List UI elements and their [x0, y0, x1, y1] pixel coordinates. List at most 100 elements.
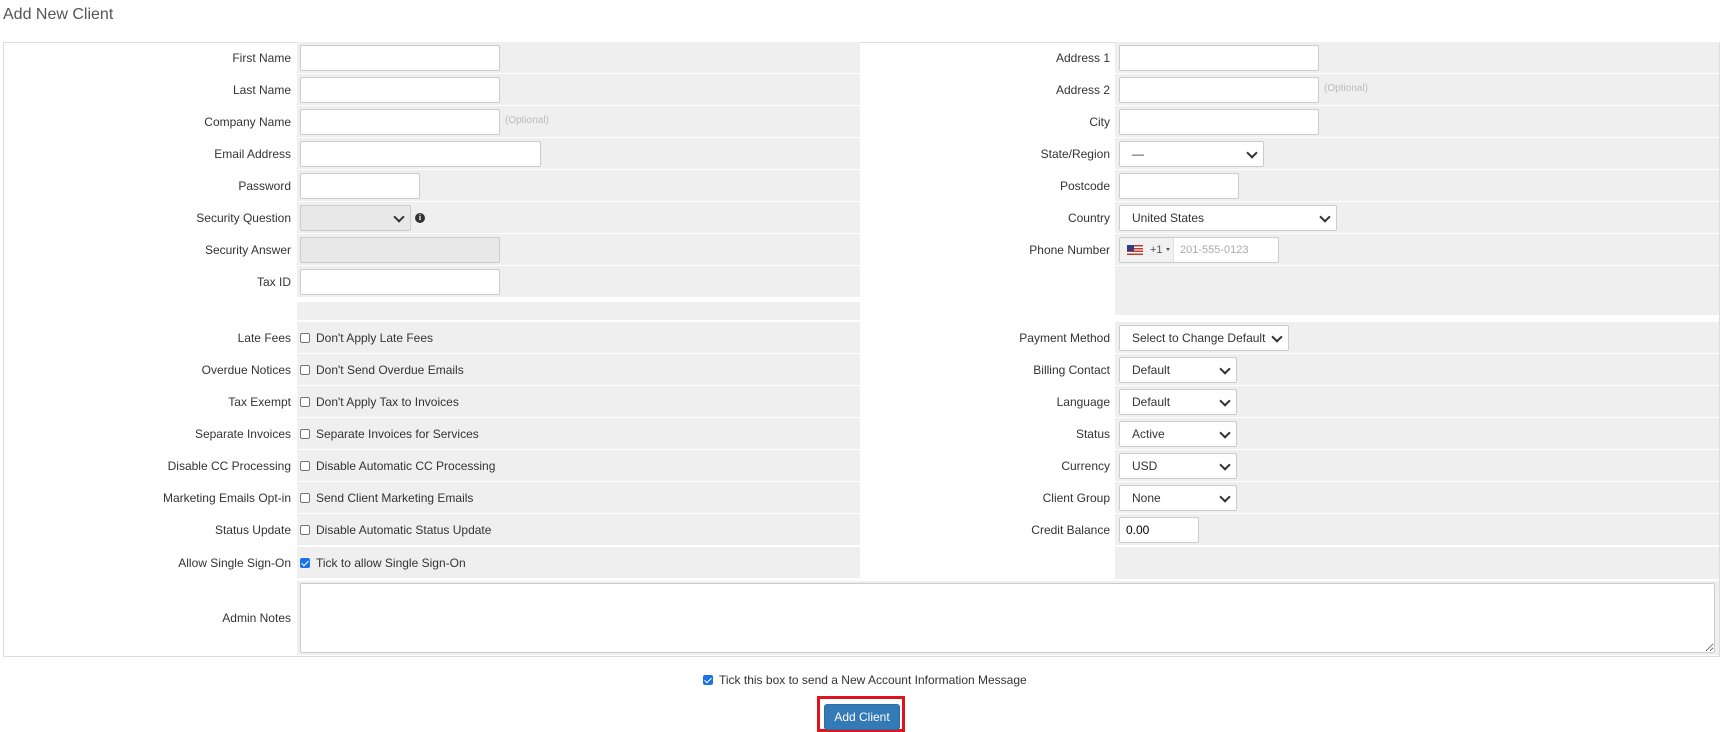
marketing-emails-checkbox-label[interactable]: Send Client Marketing Emails: [316, 482, 473, 514]
postcode-row: Postcode: [860, 170, 1719, 202]
status-update-checkbox[interactable]: [300, 525, 310, 535]
status-row: Status Active: [860, 418, 1719, 450]
disable-cc-processing-checkbox[interactable]: [300, 461, 310, 471]
info-icon[interactable]: i: [415, 213, 425, 223]
first-name-cell: [297, 42, 860, 73]
currency-row: Currency USD: [860, 450, 1719, 482]
admin-notes-textarea[interactable]: [300, 583, 1715, 653]
right-empty-bottom-row: [1115, 547, 1719, 579]
company-name-row: Company Name (Optional): [4, 106, 860, 138]
country-select[interactable]: United States: [1119, 205, 1337, 231]
chevron-down-icon: [1271, 331, 1283, 343]
state-region-select[interactable]: —: [1119, 141, 1264, 167]
phone-number-input[interactable]: +1 201-555-0123: [1119, 237, 1279, 263]
separate-invoices-checkbox-label[interactable]: Separate Invoices for Services: [316, 418, 479, 450]
last-name-cell: [297, 74, 860, 105]
credit-balance-row: Credit Balance: [860, 514, 1719, 546]
tax-id-cell: [297, 266, 860, 297]
address1-input[interactable]: [1119, 45, 1319, 71]
language-cell: Default: [1115, 386, 1719, 417]
payment-method-cell: Select to Change Default: [1115, 322, 1719, 353]
postcode-label: Postcode: [1059, 179, 1110, 193]
address2-input[interactable]: [1119, 77, 1319, 103]
marketing-emails-checkbox[interactable]: [300, 493, 310, 503]
client-group-label: Client Group: [1042, 491, 1110, 505]
single-sign-on-cell: Tick to allow Single Sign-On: [297, 547, 860, 578]
city-label: City: [1089, 115, 1110, 129]
status-select[interactable]: Active: [1119, 421, 1237, 447]
country-code-dropdown[interactable]: +1: [1120, 238, 1174, 262]
separate-invoices-checkbox[interactable]: [300, 429, 310, 439]
email-address-input[interactable]: [300, 141, 541, 167]
postcode-cell: [1115, 170, 1719, 201]
phone-number-row: Phone Number +1 201-555-0123: [860, 234, 1719, 266]
tax-exempt-checkbox[interactable]: [300, 397, 310, 407]
phone-number-placeholder: 201-555-0123: [1180, 244, 1249, 256]
add-client-button[interactable]: Add Client: [824, 704, 900, 730]
last-name-row: Last Name: [4, 74, 860, 106]
credit-balance-label: Credit Balance: [1031, 523, 1110, 537]
overdue-notices-label: Overdue Notices: [201, 363, 291, 377]
client-group-row: Client Group None: [860, 482, 1719, 514]
billing-contact-row: Billing Contact Default: [860, 354, 1719, 386]
tax-exempt-checkbox-label[interactable]: Don't Apply Tax to Invoices: [316, 386, 459, 418]
phone-number-cell: +1 201-555-0123: [1115, 234, 1719, 265]
country-label: Country: [1067, 211, 1110, 225]
payment-method-select[interactable]: Select to Change Default: [1119, 325, 1289, 351]
password-cell: [297, 170, 860, 201]
disable-cc-processing-checkbox-label[interactable]: Disable Automatic CC Processing: [316, 450, 495, 482]
status-value: Active: [1132, 427, 1165, 441]
company-name-label: Company Name: [204, 115, 291, 129]
password-input[interactable]: [300, 173, 420, 199]
payment-method-label: Payment Method: [1019, 331, 1110, 345]
last-name-input[interactable]: [300, 77, 500, 103]
admin-notes-cell: [297, 581, 1719, 655]
company-name-input[interactable]: [300, 109, 500, 135]
tax-exempt-row: Tax Exempt Don't Apply Tax to Invoices: [4, 386, 860, 418]
separate-invoices-cell: Separate Invoices for Services: [297, 418, 860, 449]
overdue-notices-checkbox[interactable]: [300, 365, 310, 375]
billing-contact-cell: Default: [1115, 354, 1719, 385]
security-answer-input[interactable]: [300, 237, 500, 263]
client-group-value: None: [1132, 491, 1161, 505]
client-group-select[interactable]: None: [1119, 485, 1237, 511]
credit-balance-input[interactable]: [1119, 517, 1199, 543]
phone-number-label: Phone Number: [1029, 243, 1110, 257]
city-input[interactable]: [1119, 109, 1319, 135]
client-group-cell: None: [1115, 482, 1719, 513]
late-fees-checkbox[interactable]: [300, 333, 310, 343]
status-update-cell: Disable Automatic Status Update: [297, 514, 860, 545]
address1-label: Address 1: [1055, 51, 1110, 65]
first-name-input[interactable]: [300, 45, 500, 71]
security-question-select[interactable]: [300, 205, 411, 231]
chevron-down-icon: [1219, 491, 1231, 503]
overdue-notices-checkbox-label[interactable]: Don't Send Overdue Emails: [316, 354, 464, 386]
postcode-input[interactable]: [1119, 173, 1239, 199]
chevron-down-icon: [1319, 211, 1331, 223]
company-name-cell: (Optional): [297, 106, 860, 137]
overdue-notices-row: Overdue Notices Don't Send Overdue Email…: [4, 354, 860, 386]
chevron-down-icon: [1219, 363, 1231, 375]
email-address-label: Email Address: [214, 147, 291, 161]
billing-contact-label: Billing Contact: [1033, 363, 1110, 377]
late-fees-checkbox-label[interactable]: Don't Apply Late Fees: [316, 322, 433, 354]
billing-contact-value: Default: [1132, 363, 1171, 377]
security-answer-label: Security Answer: [204, 243, 291, 257]
tax-id-input[interactable]: [300, 269, 500, 295]
billing-contact-select[interactable]: Default: [1119, 357, 1237, 383]
single-sign-on-checkbox[interactable]: [300, 558, 310, 568]
status-update-checkbox-label[interactable]: Disable Automatic Status Update: [316, 514, 491, 546]
language-select[interactable]: Default: [1119, 389, 1237, 415]
password-label: Password: [238, 179, 291, 193]
status-update-row: Status Update Disable Automatic Status U…: [4, 514, 860, 546]
single-sign-on-checkbox-label[interactable]: Tick to allow Single Sign-On: [316, 547, 466, 579]
payment-method-row: Payment Method Select to Change Default: [860, 322, 1719, 354]
send-message-label[interactable]: Tick this box to send a New Account Info…: [719, 664, 1027, 696]
status-label: Status: [1075, 427, 1110, 441]
separate-invoices-row: Separate Invoices Separate Invoices for …: [4, 418, 860, 450]
currency-cell: USD: [1115, 450, 1719, 481]
email-address-row: Email Address: [4, 138, 860, 170]
currency-select[interactable]: USD: [1119, 453, 1237, 479]
send-message-checkbox[interactable]: [703, 675, 713, 685]
marketing-emails-cell: Send Client Marketing Emails: [297, 482, 860, 513]
